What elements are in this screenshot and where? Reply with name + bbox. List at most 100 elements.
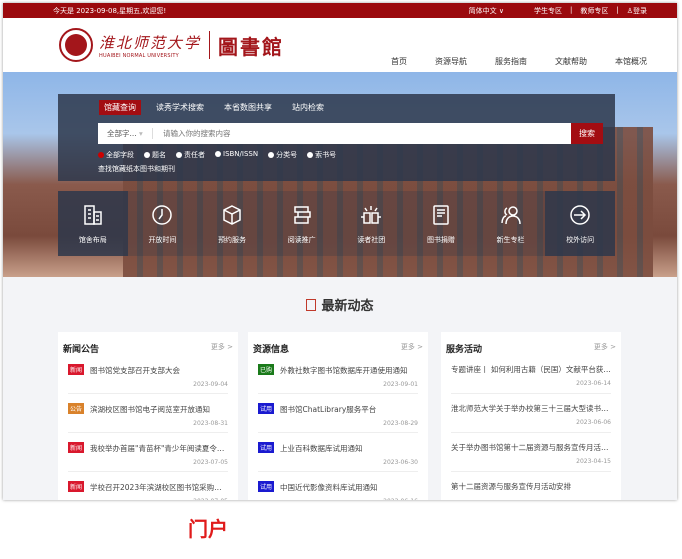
item-date: 2023-08-31 bbox=[193, 420, 228, 427]
clock-icon bbox=[152, 204, 173, 225]
quick-link-reading[interactable]: 阅读推广 bbox=[266, 191, 337, 256]
item-tag-badge: 已购 bbox=[258, 364, 275, 375]
item-title-text: 学校召开2023年滨湖校区图书馆采购工作会议 bbox=[90, 483, 228, 492]
tab-site-search[interactable]: 站内检索 bbox=[287, 100, 329, 115]
nav-about[interactable]: 本馆概况 bbox=[615, 56, 647, 67]
item-tag-badge: 试用 bbox=[258, 442, 275, 453]
chevron-down-icon: ▾ bbox=[139, 129, 143, 138]
list-item[interactable]: 已购 外教社数字图书馆数据库开通使用通知 2023-09-01 bbox=[258, 355, 418, 394]
item-title-text: 图书馆ChatLibrary服务平台 bbox=[280, 405, 377, 414]
item-title-text: 专题讲座丨 如何利用古籍（民国）文献平台获取资料 bbox=[451, 365, 611, 374]
tab-duxiu[interactable]: 读秀学术搜索 bbox=[151, 100, 209, 115]
section-title: 最新动态 bbox=[3, 295, 677, 314]
top-bar: 今天是 2023-09-08,星期五,欢迎您! 简体中文 ∨ 学生专区 | 教师专… bbox=[3, 3, 677, 18]
student-zone-link[interactable]: 学生专区 bbox=[534, 6, 562, 16]
quick-links: 馆舍布局 开放时间 预约服务 阅读推广 读者社团 图书捐赠 新生专栏 校外访问 bbox=[58, 191, 615, 256]
language-select[interactable]: 简体中文 ∨ bbox=[469, 6, 504, 16]
item-title: 关于举办图书馆第十二届资源与服务宣传月活动的通知 bbox=[451, 442, 611, 453]
quick-link-remote[interactable]: 校外访问 bbox=[545, 191, 615, 256]
item-date: 2023-06-14 bbox=[576, 380, 611, 387]
item-date: 2023-07-05 bbox=[68, 498, 228, 500]
radio-author[interactable]: 责任者 bbox=[176, 150, 205, 160]
news-more-link[interactable]: 更多 > bbox=[211, 342, 233, 355]
list-item[interactable]: 第十二届资源与服务宣传月活动安排 bbox=[451, 472, 611, 500]
nav-home[interactable]: 首页 bbox=[391, 56, 407, 67]
list-item[interactable]: 公告 滨湖校区图书馆电子阅览室开放通知 2023-08-31 bbox=[68, 394, 228, 433]
book-icon bbox=[433, 204, 449, 225]
list-item[interactable]: 新闻 我校举办首届"青苗杯"青少年阅读夏令营活动 2023-07-05 bbox=[68, 433, 228, 472]
search-input[interactable] bbox=[153, 129, 571, 138]
logo[interactable]: 淮北师范大学 HUAIBEI NORMAL UNIVERSITY 圖書館 bbox=[59, 28, 284, 62]
nav-help[interactable]: 文献帮助 bbox=[555, 56, 587, 67]
item-title: 试用 图书馆ChatLibrary服务平台 bbox=[258, 403, 418, 415]
item-title: 淮北师范大学关于举办校第三十三届大型读书活动的通知 bbox=[451, 403, 611, 414]
main-nav: 首页 资源导航 服务指南 文献帮助 本馆概况 bbox=[391, 56, 647, 67]
tab-province-share[interactable]: 本省数图共享 bbox=[219, 100, 277, 115]
books-icon bbox=[293, 205, 311, 224]
quick-link-freshmen[interactable]: 新生专栏 bbox=[475, 191, 546, 256]
list-item[interactable]: 试用中国近代影像资料库试用通知 2023-06-16 bbox=[258, 472, 418, 500]
resources-card: 资源信息 更多 > 已购 外教社数字图书馆数据库开通使用通知 2023-09-01 试用… bbox=[248, 332, 428, 500]
building-icon bbox=[84, 204, 102, 225]
item-title-text: 我校举办首届"青苗杯"青少年阅读夏令营活动 bbox=[90, 444, 228, 453]
radio-isbn[interactable]: ISBN/ISSN bbox=[215, 150, 258, 160]
item-date: 2023-04-15 bbox=[576, 458, 611, 465]
item-title-text: 图书馆党支部召开支部大会 bbox=[90, 366, 181, 375]
quick-link-booking[interactable]: 预约服务 bbox=[197, 191, 267, 256]
radio-all-fields[interactable]: 全部字段 bbox=[98, 150, 134, 160]
browser-frame: 今天是 2023-09-08,星期五,欢迎您! 简体中文 ∨ 学生专区 | 教师专… bbox=[3, 3, 677, 500]
find-print-link[interactable]: 查找馆藏纸本图书和期刊 bbox=[98, 164, 175, 174]
list-item[interactable]: 试用 上业百科数据库试用通知 2023-06-30 bbox=[258, 433, 418, 472]
item-title-text: 中国近代影像资料库试用通知 bbox=[280, 483, 378, 492]
item-tag-badge: 公告 bbox=[68, 403, 85, 414]
item-tag-badge: 新闻 bbox=[68, 481, 85, 492]
item-title-text: 关于举办图书馆第十二届资源与服务宣传月活动的通知 bbox=[451, 443, 611, 452]
list-item[interactable]: 关于举办图书馆第十二届资源与服务宣传月活动的通知 2023-04-15 bbox=[451, 433, 611, 472]
hero-banner: 馆藏查询 读秀学术搜索 本省数图共享 站内检索 全部字... ▾ 搜索 全部字段… bbox=[3, 72, 677, 277]
tab-catalog[interactable]: 馆藏查询 bbox=[99, 100, 141, 115]
services-card: 服务活动 更多 > 专题讲座丨 如何利用古籍（民国）文献平台获取资料 2023-06… bbox=[441, 332, 621, 500]
greeting: 今天是 2023-09-08,星期五,欢迎您! bbox=[53, 6, 167, 15]
list-item[interactable]: 试用 图书馆ChatLibrary服务平台 2023-08-29 bbox=[258, 394, 418, 433]
university-seal-icon bbox=[59, 28, 93, 62]
item-title: 公告 滨湖校区图书馆电子阅览室开放通知 bbox=[68, 403, 228, 415]
item-date: 2023-06-06 bbox=[576, 419, 611, 426]
item-title: 新闻 我校举办首届"青苗杯"青少年阅读夏令营活动 bbox=[68, 442, 228, 454]
login-arrow-icon bbox=[570, 204, 590, 225]
quick-link-hours[interactable]: 开放时间 bbox=[127, 191, 198, 256]
item-title-text: 滨湖校区图书馆电子阅览室开放通知 bbox=[90, 405, 211, 414]
list-item[interactable]: 新闻 图书馆党支部召开支部大会 2023-09-04 bbox=[68, 355, 228, 394]
resources-more-link[interactable]: 更多 > bbox=[401, 342, 423, 355]
university-name-cn: 淮北师范大学 bbox=[99, 33, 202, 52]
list-item[interactable]: 专题讲座丨 如何利用古籍（民国）文献平台获取资料 2023-06-14 bbox=[451, 355, 611, 394]
quick-link-layout[interactable]: 馆舍布局 bbox=[58, 191, 128, 256]
quick-link-donation[interactable]: 图书捐赠 bbox=[406, 191, 476, 256]
item-date: 2023-08-29 bbox=[383, 420, 418, 427]
login-link[interactable]: ♙登录 bbox=[627, 6, 647, 16]
caption: 门户 bbox=[188, 517, 228, 541]
item-title-text: 外教社数字图书馆数据库开通使用通知 bbox=[280, 366, 408, 375]
radio-title[interactable]: 题名 bbox=[144, 150, 166, 160]
radio-call-no[interactable]: 索书号 bbox=[307, 150, 336, 160]
search-button[interactable]: 搜索 bbox=[571, 123, 603, 144]
nav-resources[interactable]: 资源导航 bbox=[435, 56, 467, 67]
item-title: 试用 中国近代影像资料库试用通知 bbox=[258, 481, 418, 493]
university-name-en: HUAIBEI NORMAL UNIVERSITY bbox=[99, 52, 179, 59]
item-title: 新闻 图书馆党支部召开支部大会 bbox=[68, 364, 228, 376]
item-tag-badge: 试用 bbox=[258, 481, 275, 492]
services-more-link[interactable]: 更多 > bbox=[594, 342, 616, 355]
quick-link-clubs[interactable]: 读者社团 bbox=[336, 191, 407, 256]
list-item[interactable]: 新闻学校召开2023年滨湖校区图书馆采购工作会议 2023-07-05 bbox=[68, 472, 228, 500]
nav-services[interactable]: 服务指南 bbox=[495, 56, 527, 67]
item-title: 新闻学校召开2023年滨湖校区图书馆采购工作会议 bbox=[68, 481, 228, 493]
divider bbox=[209, 31, 211, 59]
list-item[interactable]: 淮北师范大学关于举办校第三十三届大型读书活动的通知 2023-06-06 bbox=[451, 394, 611, 433]
radio-class-no[interactable]: 分类号 bbox=[268, 150, 297, 160]
item-title: 试用 上业百科数据库试用通知 bbox=[258, 442, 418, 454]
header: 淮北师范大学 HUAIBEI NORMAL UNIVERSITY 圖書館 首页 资… bbox=[3, 18, 677, 72]
news-icon bbox=[306, 299, 317, 311]
open-book-icon bbox=[361, 205, 382, 224]
field-select[interactable]: 全部字... ▾ bbox=[98, 128, 153, 139]
item-tag-badge: 新闻 bbox=[68, 364, 85, 375]
teacher-zone-link[interactable]: 教师专区 bbox=[580, 6, 608, 16]
